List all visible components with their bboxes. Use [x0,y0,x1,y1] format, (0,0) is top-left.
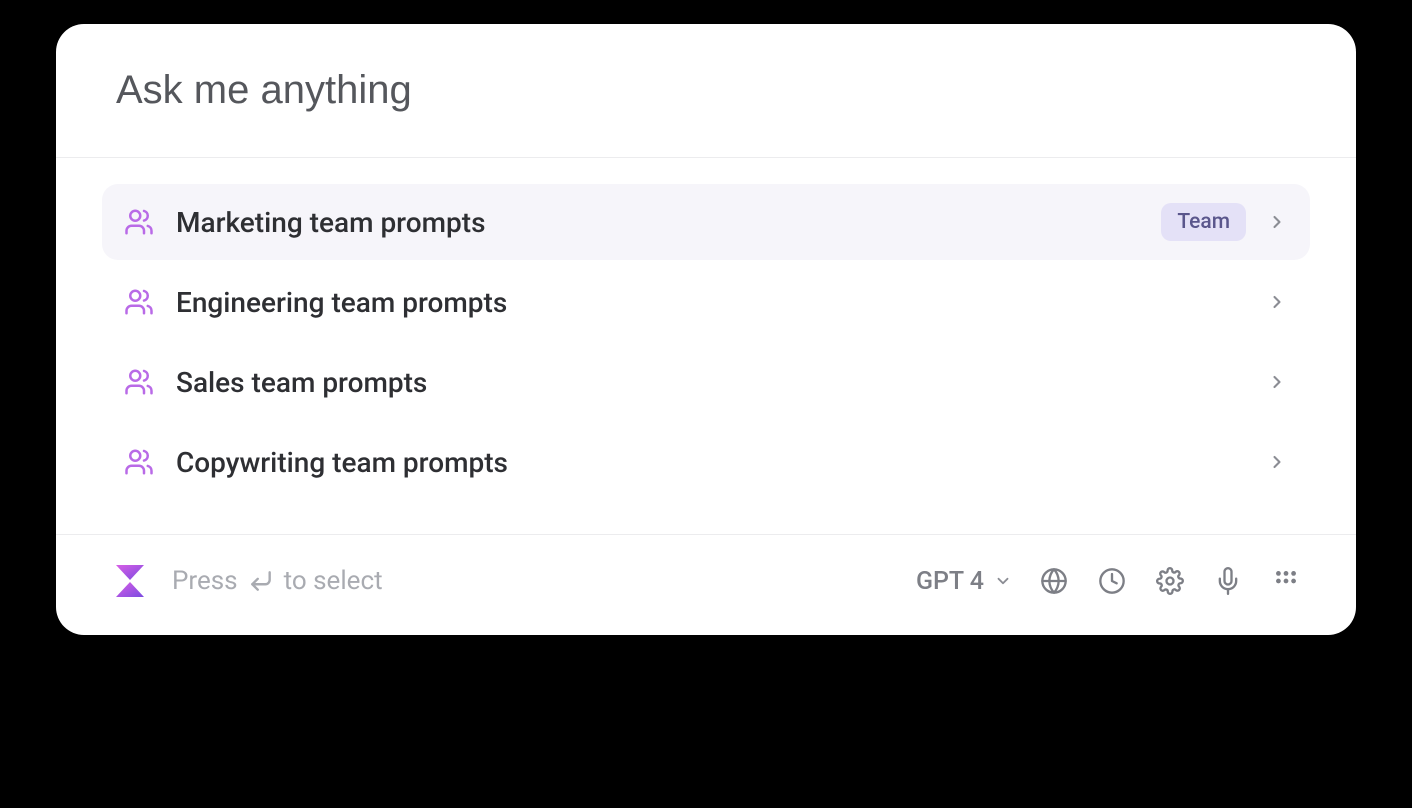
hint-prefix: Press [172,566,238,596]
microphone-icon[interactable] [1214,567,1242,595]
search-area [56,24,1356,157]
clock-icon[interactable] [1098,567,1126,595]
list-item[interactable]: Sales team prompts [102,344,1310,420]
list-item-label: Marketing team prompts [176,206,1161,239]
team-icon [124,447,154,477]
globe-icon[interactable] [1040,567,1068,595]
chevron-right-icon [1266,291,1288,313]
chevron-right-icon [1266,451,1288,473]
prompt-group-list: Marketing team prompts Team Engineering … [56,158,1356,534]
keyboard-hint: Press to select [172,566,383,596]
model-selector[interactable]: GPT 4 [916,567,1012,596]
list-item-label: Sales team prompts [176,366,1266,399]
app-logo-icon [112,563,148,599]
list-item-label: Copywriting team prompts [176,446,1266,479]
hint-suffix: to select [284,566,383,596]
footer-bar: Press to select GPT 4 [56,534,1356,635]
list-item[interactable]: Marketing team prompts Team [102,184,1310,260]
chevron-down-icon [994,572,1012,590]
chevron-right-icon [1266,371,1288,393]
enter-key-icon [248,568,274,594]
chevron-right-icon [1266,211,1288,233]
team-badge: Team [1161,203,1246,241]
footer-actions [1040,567,1300,595]
grid-menu-icon[interactable] [1272,567,1300,595]
list-item[interactable]: Copywriting team prompts [102,424,1310,500]
list-item[interactable]: Engineering team prompts [102,264,1310,340]
command-palette: Marketing team prompts Team Engineering … [56,24,1356,635]
search-input[interactable] [116,68,1296,113]
list-item-label: Engineering team prompts [176,286,1266,319]
team-icon [124,287,154,317]
model-label: GPT 4 [916,567,984,596]
team-icon [124,207,154,237]
gear-icon[interactable] [1156,567,1184,595]
team-icon [124,367,154,397]
